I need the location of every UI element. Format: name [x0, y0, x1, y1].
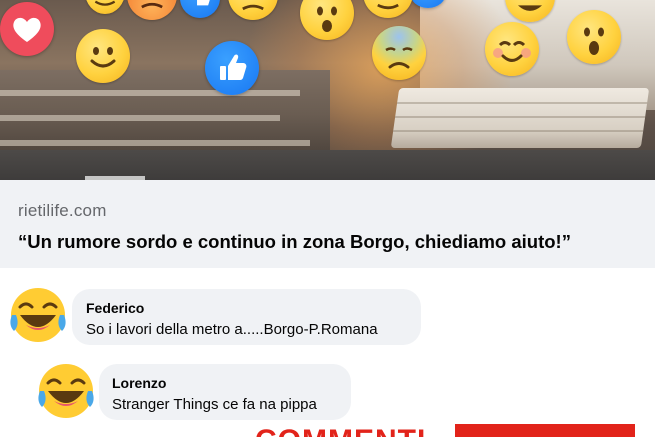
- smile-emoji-icon: [76, 29, 130, 83]
- post-image[interactable]: [0, 0, 655, 180]
- like-icon: [205, 41, 259, 95]
- comment-bubble[interactable]: Federico So i lavori della metro a.....B…: [72, 289, 421, 345]
- like-icon: [180, 0, 220, 18]
- blush-emoji-icon: [485, 22, 539, 76]
- overlay-banner-box: [455, 424, 635, 437]
- smile-emoji-icon: [85, 0, 125, 14]
- comment-author[interactable]: Federico: [86, 300, 144, 316]
- link-domain: rietilife.com: [18, 201, 107, 220]
- heart-icon: [0, 2, 54, 56]
- laugh-emoji-icon: [505, 0, 555, 22]
- comment-text: Stranger Things ce fa na pippa: [112, 396, 317, 413]
- link-headline[interactable]: “Un rumore sordo e continuo in zona Borg…: [18, 231, 571, 253]
- overlay-banner-text: COMMENTI: [255, 426, 426, 437]
- comment-bubble[interactable]: Lorenzo Stranger Things ce fa na pippa: [99, 364, 351, 420]
- wow-emoji-icon: [567, 10, 621, 64]
- laugh-emoji-icon: [34, 361, 98, 421]
- comment-text: So i lavori della metro a.....Borgo-P.Ro…: [86, 321, 378, 338]
- open-book: [390, 88, 650, 148]
- wow-emoji-icon: [300, 0, 354, 40]
- link-preview[interactable]: rietilife.com “Un rumore sordo e continu…: [0, 180, 655, 268]
- smile-emoji-icon: [363, 0, 413, 18]
- laugh-emoji-icon: [6, 285, 70, 345]
- sad-emoji-icon: [372, 26, 426, 80]
- sad-emoji-icon: [228, 0, 278, 20]
- angry-emoji-icon: [127, 0, 177, 20]
- facebook-post: rietilife.com “Un rumore sordo e continu…: [0, 0, 655, 437]
- comment-author[interactable]: Lorenzo: [112, 375, 166, 391]
